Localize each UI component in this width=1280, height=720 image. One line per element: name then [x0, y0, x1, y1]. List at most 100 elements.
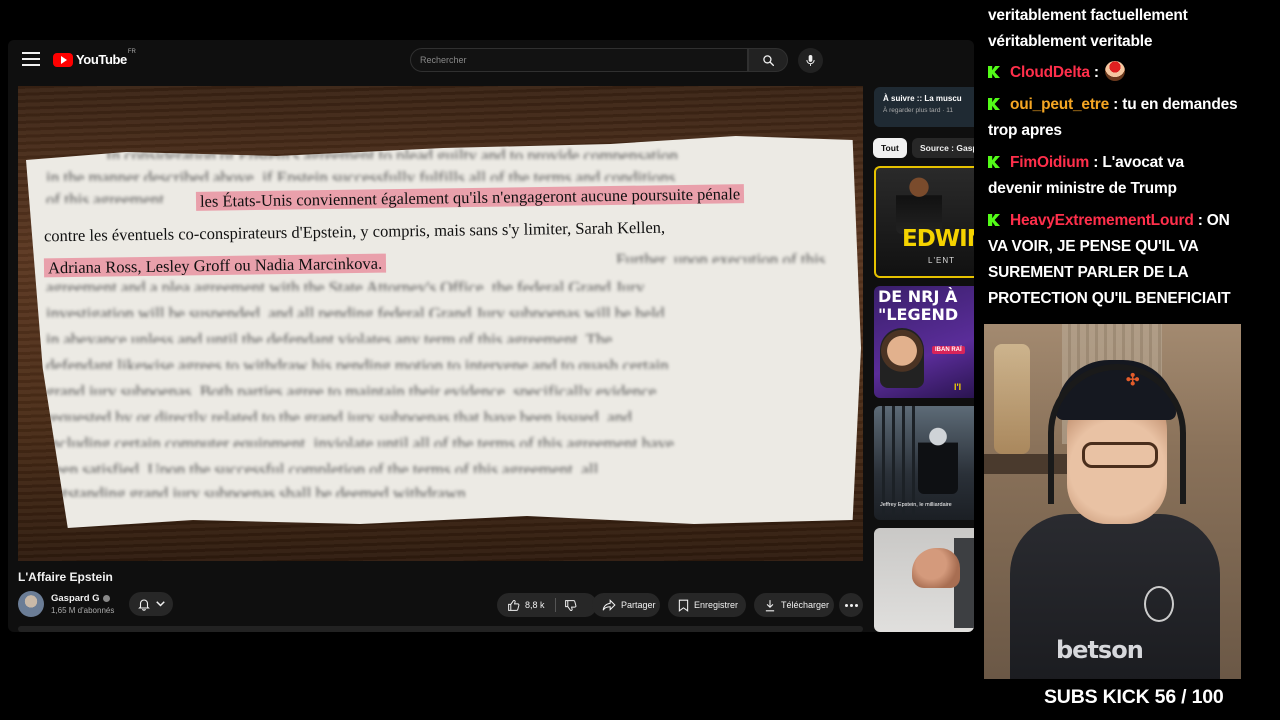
chat-separator: : [1089, 64, 1103, 81]
thumbnail-person [918, 424, 958, 494]
thumbnail-text: EDWIN [902, 226, 974, 252]
kick-icon [988, 156, 1000, 168]
headset [1048, 364, 1186, 504]
jersey-sponsor-text: betson [1056, 636, 1144, 664]
mic-icon [806, 55, 815, 66]
thumbnail-arm [912, 548, 960, 588]
chat-username[interactable]: HeavyExtremementLourd [1010, 212, 1194, 229]
highlighted-text: les États-Unis conviennent également qu'… [195, 184, 745, 211]
chat-separator: : [1089, 154, 1103, 171]
webcam-lamp [994, 344, 1030, 454]
download-icon [765, 599, 775, 611]
document-blurred-line: In consideration of Epstein's agreement … [106, 146, 678, 159]
chat-text: veritablement factuellement [988, 7, 1188, 24]
up-next-subtitle: À regarder plus tard · 11 [883, 107, 953, 114]
search-button[interactable] [748, 48, 788, 72]
highlighted-line: les États-Unis conviennent également qu'… [195, 184, 745, 212]
document-blurred-line: requested by or directly related to the … [46, 408, 632, 421]
notifications-button[interactable] [129, 592, 173, 616]
youtube-header: YouTube FR [8, 40, 974, 80]
up-next-playlist[interactable]: À suivre :: La muscu À regarder plus tar… [874, 87, 974, 127]
like-count: 8,8 k [525, 600, 545, 610]
chat-separator: : [1109, 96, 1123, 113]
document-blurred-line: in the manner described above, if Epstei… [46, 168, 676, 181]
video-title: L'Affaire Epstein [18, 570, 113, 584]
download-button[interactable]: Télécharger [754, 593, 834, 617]
suggested-video-thumbnail[interactable]: Jeffrey Epstein, le milliardaire [874, 406, 974, 520]
like-button[interactable] [507, 599, 520, 612]
save-button[interactable]: Enregistrer [668, 593, 746, 617]
suggested-video-thumbnail[interactable]: EDWIN L'ENT [874, 166, 974, 278]
dislike-button[interactable] [564, 599, 577, 612]
document-blurred-line: including certain computer equipment, in… [46, 434, 674, 447]
document-blurred-line: defendant likewise agrees to withdraw hi… [46, 356, 669, 369]
bell-icon [137, 598, 150, 611]
chat-username[interactable]: CloudDelta [1010, 64, 1090, 81]
voice-search-button[interactable] [798, 48, 823, 73]
thumbnail-text: DE NRJ À "LEGEND [878, 288, 958, 324]
document-blurred-line: agreement and a plea agreement with the … [46, 278, 645, 291]
document-blurred-line: outstanding grand jury subpoenas shall b… [46, 484, 470, 497]
document-image: In consideration of Epstein's agreement … [26, 136, 861, 528]
chat-text: véritablement veritable [988, 33, 1153, 50]
like-dislike-group: 8,8 k [497, 593, 597, 617]
verified-icon [102, 594, 110, 602]
chat-text: ON [1206, 212, 1230, 229]
chat-message: oui_peut_etre : tu en demandes [988, 92, 1278, 118]
share-icon [602, 599, 616, 611]
chat-message: HeavyExtremementLourd : ON [988, 208, 1278, 234]
chat-message: FimOidium : L'avocat va [988, 150, 1278, 176]
highlighted-text: contre les éventuels co-conspirateurs d'… [43, 217, 666, 246]
thumbnail-subtext: l'I [954, 382, 962, 392]
share-button[interactable]: Partager [592, 593, 660, 617]
chat-text: tu en demandes [1122, 96, 1238, 113]
menu-icon[interactable] [22, 52, 40, 68]
chat-text: L'avocat va [1102, 154, 1184, 171]
avatar[interactable] [18, 591, 44, 617]
kick-icon [988, 98, 1000, 110]
highlighted-text: Adriana Ross, Lesley Groff ou Nadia Marc… [43, 253, 387, 278]
chat-message: veritablement factuellement [988, 3, 1278, 29]
thumbnail-text-line: DE NRJ À [878, 287, 958, 306]
kick-icon [988, 66, 1000, 78]
kick-icon [988, 214, 1000, 226]
channel-name-text: Gaspard G [51, 593, 100, 604]
chip-all[interactable]: Tout [873, 138, 907, 158]
channel-name[interactable]: Gaspard G [51, 593, 110, 604]
chat-message: trop apres [988, 118, 1278, 144]
thumbnail-bars [882, 406, 922, 516]
youtube-logo-icon [53, 52, 73, 67]
search-input[interactable] [410, 48, 748, 72]
chat-text: devenir ministre de Trump [988, 180, 1177, 197]
chat-username[interactable]: FimOidium [1010, 154, 1089, 171]
thumbnail-caption: Jeffrey Epstein, le milliardaire [880, 502, 952, 508]
chat-message: CloudDelta : [988, 60, 1278, 86]
chat-username[interactable]: oui_peut_etre [1010, 96, 1109, 113]
suggested-video-thumbnail[interactable] [874, 528, 974, 632]
chat-text: SUREMENT PARLER DE LA [988, 264, 1189, 281]
download-label: Télécharger [781, 600, 830, 610]
youtube-logo[interactable]: YouTube FR [53, 49, 136, 67]
subs-counter: SUBS KICK 56 / 100 [1044, 686, 1224, 708]
thumbnail-person [896, 174, 942, 234]
share-label: Partager [621, 600, 656, 610]
video-player[interactable]: In consideration of Epstein's agreement … [18, 86, 863, 561]
suggested-video-thumbnail[interactable]: DE NRJ À "LEGEND IBAN RAÏ l'I [874, 286, 974, 398]
thumbnail-text-line: "LEGEND [878, 305, 959, 324]
chat-message: VA VOIR, JE PENSE QU'IL VA [988, 234, 1278, 260]
highlighted-line: contre les éventuels co-conspirateurs d'… [44, 218, 665, 247]
highlighted-line: Adriana Ross, Lesley Groff ou Nadia Marc… [43, 253, 387, 279]
search-icon [762, 54, 774, 66]
document-blurred-line: grand jury subpoenas. Both parties agree… [46, 382, 657, 395]
more-icon[interactable] [839, 593, 863, 617]
chat-text: VA VOIR, JE PENSE QU'IL VA [988, 238, 1199, 255]
chevron-down-icon [155, 601, 165, 607]
chip-source[interactable]: Source : Gaspard G [912, 138, 974, 158]
document-blurred-line: investigation will be suspended, and all… [46, 304, 665, 317]
description-box-edge [18, 626, 863, 632]
chat-message: SUREMENT PARLER DE LA [988, 260, 1278, 286]
chat-message: véritablement veritable [988, 29, 1278, 55]
thumbnail-tag: IBAN RAÏ [932, 346, 965, 354]
chat-message: devenir ministre de Trump [988, 176, 1278, 202]
like-icon [508, 599, 520, 611]
